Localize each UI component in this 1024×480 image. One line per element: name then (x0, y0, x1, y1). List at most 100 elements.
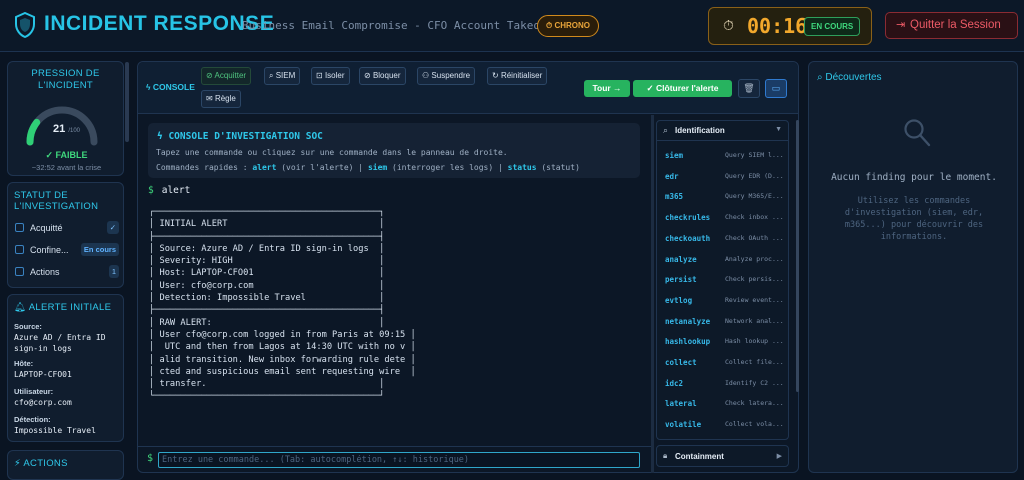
actions-title-text: ACTIONS (23, 458, 68, 469)
quit-session-button[interactable]: ⇥ Quitter la Session (885, 12, 1018, 39)
console-panel: ϟ CONSOLE ⊘ Acquitter ⌕ SIEM ⊡ Isoler ⊘ … (137, 61, 799, 473)
pressure-number: 21 (53, 123, 66, 135)
quick-status: status (507, 163, 537, 172)
command-description: Check OAuth ... (725, 233, 784, 242)
terminal-output: ϟ CONSOLE D'INVESTIGATION SOC Tapez une … (138, 115, 651, 445)
status-item-containment: Confine... En cours (15, 243, 119, 259)
rule-label: Règle (214, 94, 236, 103)
command-item-hashlookup[interactable]: hashlookup Hash lookup ... (665, 337, 785, 351)
alert-user-value: cfo@corp.com (14, 398, 72, 407)
command-description: Review event... (725, 295, 784, 304)
command-name: analyze (665, 254, 697, 264)
command-item-persist[interactable]: persist Check persis... (665, 275, 785, 289)
actions-title: ⚡︎ ACTIONS (14, 458, 68, 469)
suspend-button[interactable]: ⚇ Suspendre (417, 67, 476, 85)
command-item-edr[interactable]: edr Query EDR (D... (665, 172, 785, 186)
bolt-icon: ⚡︎ (14, 458, 24, 469)
command-item-checkoauth[interactable]: checkoauth Check OAuth ... (665, 234, 785, 248)
stopwatch-icon: ⏱ (723, 17, 734, 33)
timer-value: 00:16 (747, 14, 808, 38)
intro-quick-commands: Commandes rapides : alert (voir l'alerte… (156, 163, 580, 172)
siem-button[interactable]: ⌕ SIEM (264, 67, 301, 85)
block-button[interactable]: ⊘ Bloquer (359, 67, 406, 85)
discoveries-title: ⌕ Découvertes (817, 72, 882, 83)
discoveries-panel: ⌕ Découvertes Aucun finding pour le mome… (808, 61, 1018, 473)
suspend-label: Suspendre (431, 71, 471, 80)
quit-label: Quitter la Session (910, 19, 1001, 31)
command-item-collect[interactable]: collect Collect file... (665, 358, 785, 372)
console-toolbar: ϟ CONSOLE ⊘ Acquitter ⌕ SIEM ⊡ Isoler ⊘ … (138, 62, 798, 114)
command-description: Query M365/E... (725, 192, 784, 201)
mail-icon: ✉ (206, 94, 215, 103)
pane-divider[interactable] (651, 115, 654, 473)
console-intro: ϟ CONSOLE D'INVESTIGATION SOC Tapez une … (148, 123, 640, 178)
quick-alert: alert (252, 163, 277, 172)
chevron-right-icon: ▶ (776, 453, 782, 460)
block-icon: ⊘ (364, 71, 373, 80)
trash-icon[interactable]: 🗑︎ (738, 79, 760, 98)
console-label: ϟ CONSOLE (146, 82, 195, 92)
console-label-text: CONSOLE (152, 82, 195, 92)
alert-source-label: Source: (14, 322, 42, 331)
left-scrollbar[interactable] (125, 62, 129, 142)
bolt-icon: ϟ (157, 131, 169, 142)
quick-prefix: Commandes rapides : (156, 163, 253, 172)
command-item-checkrules[interactable]: checkrules Check inbox ... (665, 213, 785, 227)
command-name: netanalyze (665, 316, 711, 326)
command-item-m365[interactable]: m365 Query M365/E... (665, 192, 785, 206)
discoveries-title-text: Découvertes (825, 72, 882, 83)
tour-button[interactable]: Tour → (584, 80, 630, 97)
command-item-netanalyze[interactable]: netanalyze Network anal... (665, 317, 785, 331)
command-list-scrollbar[interactable] (796, 120, 799, 392)
quick-alert-desc: (voir l'alerte) | (276, 163, 368, 172)
command-name: hashlookup (665, 337, 711, 347)
containment-header[interactable]: 🔒︎ Containment ▶ (656, 445, 789, 467)
screen-icon[interactable]: ▭ (765, 79, 787, 98)
chrono-badge: ⏱ CHRONO (537, 15, 600, 37)
exit-icon: ⇥ (896, 19, 906, 31)
command-name: checkoauth (665, 233, 711, 243)
command-item-volatile[interactable]: volatile Collect vola... (665, 420, 785, 434)
chevron-down-icon: ▼ (775, 126, 782, 133)
command-item-evtlog[interactable]: evtlog Review event... (665, 296, 785, 310)
magnifier-icon (904, 119, 931, 147)
acquit-button[interactable]: ⊘ Acquitter (201, 67, 252, 85)
command-description: Collect file... (725, 358, 784, 366)
identification-header[interactable]: ⌕ Identification ▼ (657, 121, 788, 141)
pressure-level-text: FAIBLE (55, 150, 88, 160)
investigation-status-panel: STATUT DE L'INVESTIGATION Acquitté ✓ Con… (7, 182, 124, 288)
command-name: evtlog (665, 295, 693, 305)
command-name: checkrules (665, 213, 711, 223)
status-badge-acquitted: ✓ (106, 221, 119, 234)
scenario-title: Business Email Compromise - CFO Account … (242, 19, 560, 32)
command-item-siem[interactable]: siem Query SIEM l... (665, 151, 785, 165)
siem-label: SIEM (275, 71, 296, 80)
rule-button[interactable]: ✉ Règle (201, 90, 241, 108)
status-badge-actions: 1 (108, 265, 119, 278)
command-input[interactable] (158, 452, 640, 468)
quick-siem-desc: (interroger les logs) | (387, 163, 508, 172)
command-name: m365 (665, 192, 684, 202)
isolate-button[interactable]: ⊡ Isoler (311, 67, 350, 85)
command-description: Collect vola... (725, 420, 784, 429)
reset-button[interactable]: ↻ Réinitialiser (487, 67, 548, 85)
command-name: edr (665, 171, 679, 181)
lock-icon: 🔒︎ (663, 451, 668, 460)
command-item-analyze[interactable]: analyze Analyze proc... (665, 255, 785, 269)
discoveries-hint: Utilisez les commandes d'investigation (… (844, 196, 984, 242)
last-command: alert (161, 185, 191, 196)
isolate-label: Isoler (324, 71, 345, 80)
alert-user-label: Utilisateur: (14, 387, 54, 396)
close-alert-button[interactable]: ✓ Clôturer l'alerte (633, 80, 732, 97)
checkbox-icon (15, 267, 24, 276)
command-item-idc2[interactable]: idc2 Identify C2 ... (665, 379, 785, 393)
command-description: Check latera... (725, 399, 784, 408)
shield-icon (15, 12, 35, 38)
command-item-lateral[interactable]: lateral Check latera... (665, 399, 785, 413)
app-title: INCIDENT RESPONSE (44, 12, 275, 35)
pressure-level: ✓ FAIBLE (8, 150, 125, 161)
status-label: Acquitté (30, 223, 63, 233)
command-name: siem (665, 151, 684, 160)
command-echo: $ alert (148, 185, 190, 196)
block-label: Bloquer (372, 71, 401, 80)
